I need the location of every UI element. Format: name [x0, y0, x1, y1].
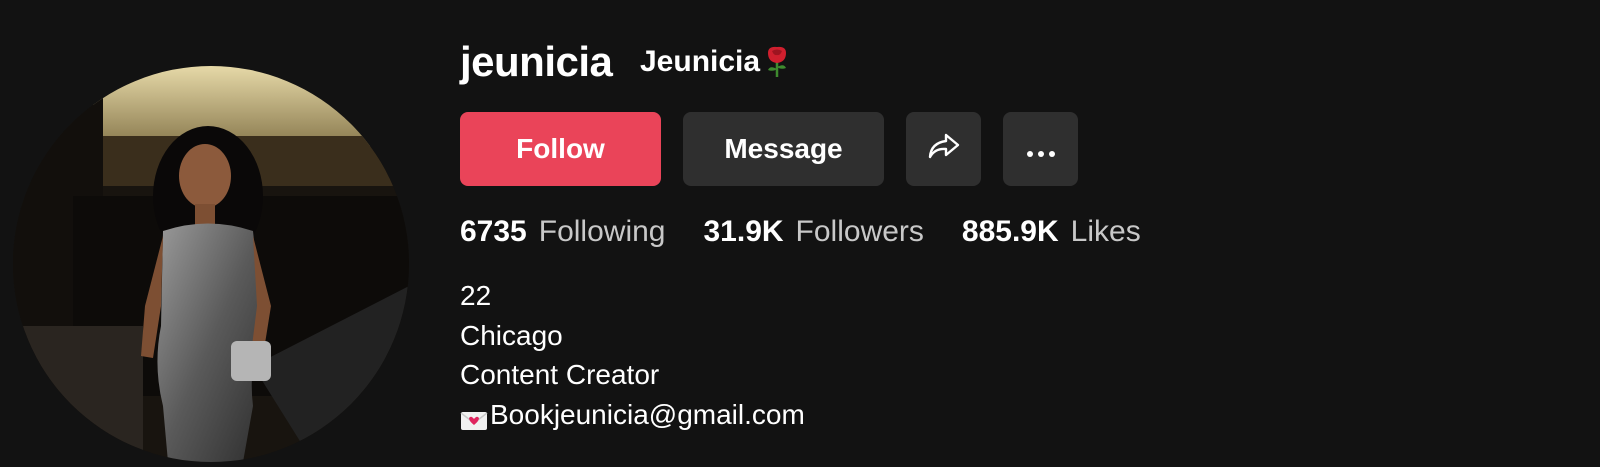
nickname: Jeunicia: [640, 40, 792, 84]
avatar-photo: [13, 66, 409, 462]
stat-followers[interactable]: 31.9K Followers: [703, 210, 923, 254]
stat-label: Following: [538, 215, 666, 248]
more-icon: [1026, 133, 1056, 165]
share-button[interactable]: [906, 112, 981, 186]
avatar[interactable]: [13, 66, 409, 462]
stat-value: 885.9K: [961, 215, 1059, 248]
nickname-text: Jeunicia: [640, 45, 761, 78]
more-button[interactable]: [1003, 112, 1078, 186]
envelope-icon: [460, 403, 488, 431]
bio-line: Content Creator: [460, 359, 660, 390]
bio-email: Bookjeunicia@gmail.com: [490, 398, 805, 430]
stat-following[interactable]: 6735 Following: [460, 210, 665, 254]
bio-email-line: Bookjeunicia@gmail.com: [460, 395, 805, 435]
rose-icon: [762, 45, 792, 79]
stat-likes: 885.9K Likes: [962, 210, 1141, 254]
stat-value: 31.9K: [703, 215, 784, 248]
bio-line: Chicago: [460, 319, 563, 351]
stat-label: Likes: [1070, 215, 1141, 248]
bio: 22 Chicago Content Creator Bookjeunicia@…: [460, 276, 805, 434]
share-icon: [927, 131, 961, 168]
profile-stats: 6735 Following 31.9K Followers 885.9K Li…: [460, 210, 1179, 254]
stat-value: 6735: [460, 215, 527, 248]
stat-label: Followers: [795, 215, 924, 248]
follow-button[interactable]: Follow: [460, 112, 661, 186]
message-button[interactable]: Message: [683, 112, 884, 186]
bio-line: 22: [460, 280, 492, 311]
username: jeunicia: [460, 38, 613, 85]
